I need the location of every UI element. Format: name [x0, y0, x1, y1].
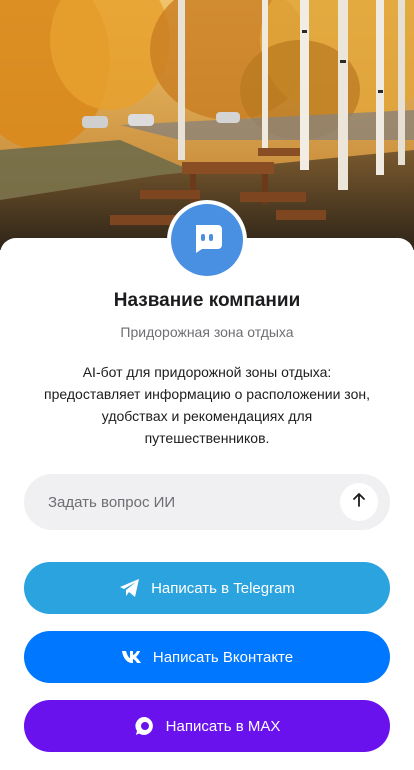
- telegram-button[interactable]: Написать в Telegram: [24, 562, 390, 614]
- max-icon: [134, 715, 156, 737]
- company-description: AI-бот для придорожной зоны отдыха: пред…: [44, 364, 370, 446]
- telegram-icon: [119, 578, 141, 598]
- telegram-button-label: Написать в Telegram: [151, 579, 295, 597]
- arrow-up-icon: [351, 492, 367, 513]
- ask-ai-field[interactable]: [24, 474, 390, 530]
- chat-bot-icon: [190, 221, 224, 260]
- max-button[interactable]: Написать в MAX: [24, 700, 390, 752]
- send-button[interactable]: [340, 483, 378, 521]
- company-avatar: [167, 200, 247, 280]
- avatar: [171, 204, 243, 276]
- ask-ai-input[interactable]: [48, 493, 328, 511]
- company-name: Название компании: [113, 290, 301, 311]
- vk-icon: [121, 650, 143, 664]
- vk-button[interactable]: Написать Вконтакте: [24, 631, 390, 683]
- max-button-label: Написать в MAX: [165, 717, 281, 735]
- vk-button-label: Написать Вконтакте: [152, 648, 294, 666]
- company-subtitle: Придорожная зона отдыха: [120, 324, 294, 340]
